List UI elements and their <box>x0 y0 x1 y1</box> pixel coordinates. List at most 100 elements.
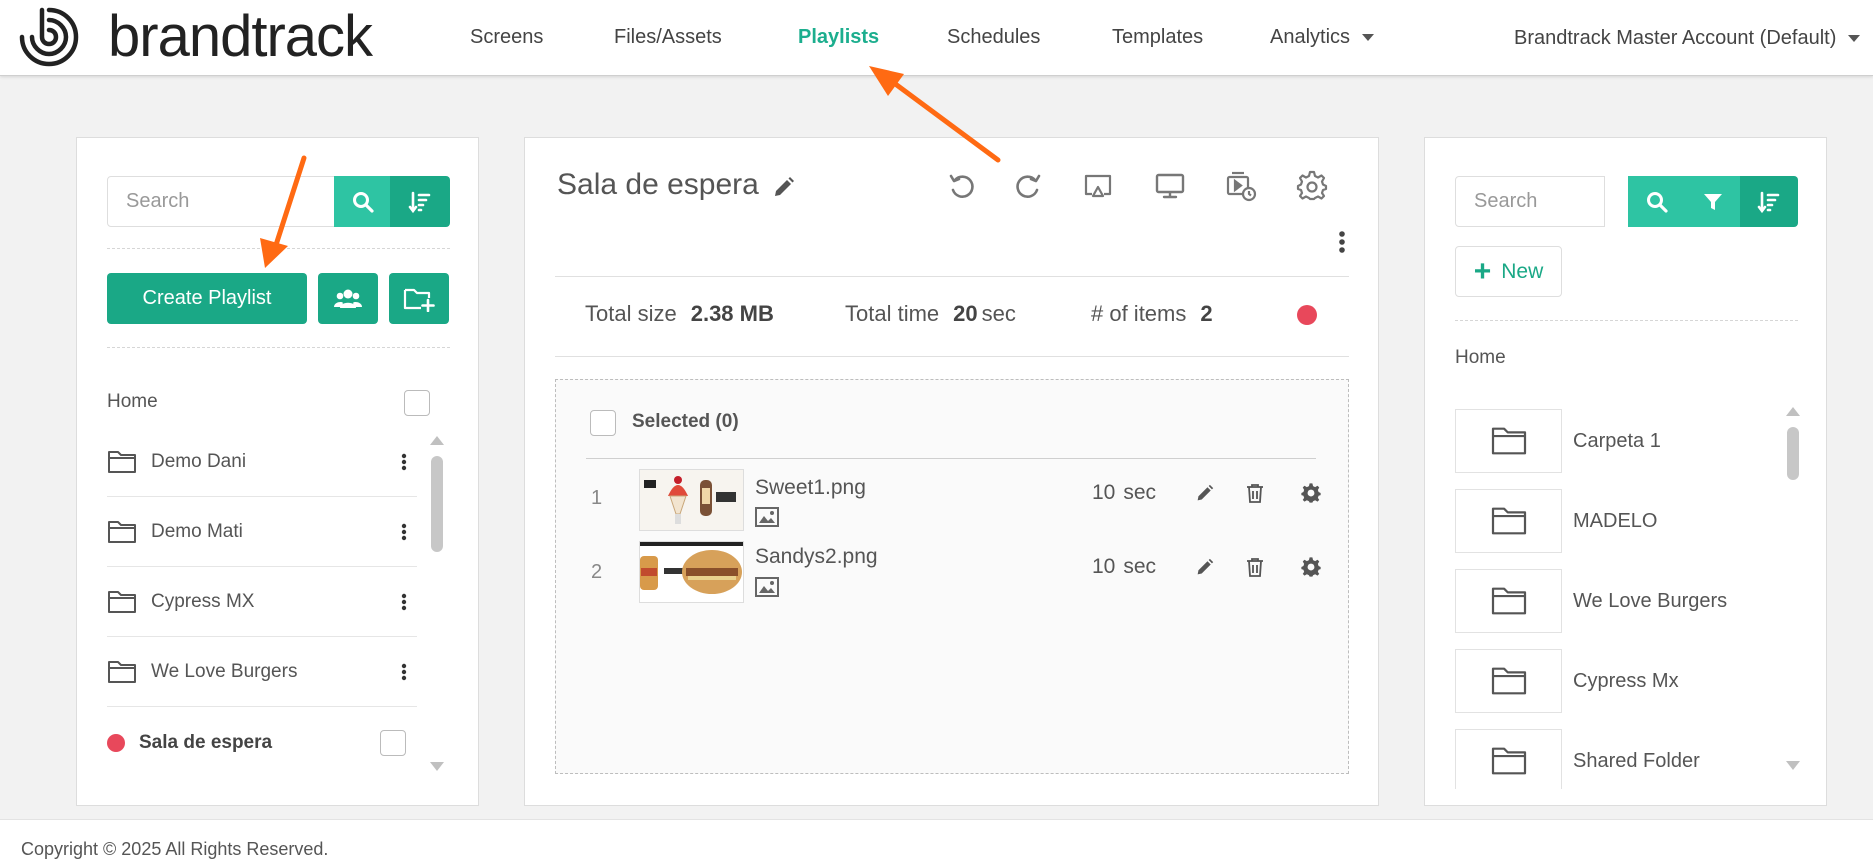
select-all-checkbox[interactable] <box>404 390 430 416</box>
nav-analytics[interactable]: Analytics <box>1270 26 1375 49</box>
folder-icon <box>108 590 136 613</box>
asset-folder-item[interactable]: Carpeta 1 <box>1455 409 1775 473</box>
search-button[interactable] <box>1628 176 1685 227</box>
asset-search-input[interactable] <box>1455 176 1605 227</box>
scroll-up-arrow[interactable] <box>430 436 444 445</box>
new-asset-button[interactable]: + New <box>1455 246 1562 297</box>
item-filename: Sweet1.png <box>755 476 866 499</box>
more-options-icon[interactable] <box>401 663 407 681</box>
item-index: 2 <box>591 561 603 583</box>
account-switcher[interactable]: Brandtrack Master Account (Default) <box>1514 27 1861 50</box>
total-time-value: 20 <box>953 301 978 326</box>
sort-icon <box>408 191 431 213</box>
plus-icon: + <box>1473 254 1492 288</box>
sort-button[interactable] <box>1740 176 1798 227</box>
more-options-icon[interactable] <box>401 523 407 541</box>
settings-gear-icon[interactable] <box>1296 170 1328 202</box>
home-breadcrumb[interactable]: Home <box>107 391 158 413</box>
folder-icon <box>1491 747 1526 775</box>
image-type-icon <box>755 577 779 597</box>
playlist-item-row[interactable]: 2 Sandys2.png 10 sec <box>586 541 1321 611</box>
folder-item[interactable]: Cypress MX <box>107 567 417 637</box>
nav-files-assets[interactable]: Files/Assets <box>614 26 722 49</box>
account-name: Brandtrack Master Account (Default) <box>1514 27 1837 49</box>
nav-screens[interactable]: Screens <box>470 26 543 49</box>
filter-button[interactable] <box>1684 176 1741 227</box>
scroll-up-arrow[interactable] <box>1786 407 1800 416</box>
more-options-icon[interactable] <box>1338 230 1346 254</box>
folder-icon <box>1491 667 1526 695</box>
scrollbar-thumb[interactable] <box>431 456 443 552</box>
asset-folder-item[interactable]: We Love Burgers <box>1455 569 1775 633</box>
item-settings-gear-icon[interactable] <box>1300 482 1322 504</box>
trash-icon[interactable] <box>1246 557 1264 577</box>
folder-thumbnail <box>1455 569 1562 633</box>
asset-folder-item[interactable]: Cypress Mx <box>1455 649 1775 713</box>
undo-icon[interactable] <box>946 170 978 202</box>
folder-item[interactable]: Demo Dani <box>107 427 417 497</box>
edit-duration-icon[interactable] <box>1196 484 1214 502</box>
new-folder-button[interactable] <box>389 273 449 324</box>
scroll-down-arrow[interactable] <box>430 762 444 771</box>
total-time-stat: Total time 20 sec <box>845 301 1016 327</box>
group-playlists-button[interactable] <box>318 273 378 324</box>
nav-playlists[interactable]: Playlists <box>798 26 879 49</box>
scrollbar-thumb[interactable] <box>1787 427 1799 480</box>
divider <box>555 356 1349 357</box>
redo-icon[interactable] <box>1012 170 1044 202</box>
sort-icon <box>1757 191 1780 213</box>
select-all-items-checkbox[interactable] <box>590 410 616 436</box>
folder-thumbnail <box>1455 489 1562 553</box>
folder-icon <box>108 450 136 473</box>
total-size-value: 2.38 MB <box>690 301 774 326</box>
playlist-item-current[interactable]: Sala de espera <box>139 732 272 754</box>
item-count-value: 2 <box>1200 301 1213 326</box>
folder-item[interactable]: Demo Mati <box>107 497 417 567</box>
asset-folder-item[interactable]: MADELO <box>1455 489 1775 553</box>
playlist-checkbox[interactable] <box>380 730 406 756</box>
monitor-icon[interactable] <box>1154 170 1186 202</box>
nav-templates[interactable]: Templates <box>1112 26 1203 49</box>
folder-item[interactable]: We Love Burgers <box>107 637 417 707</box>
schedule-playlist-icon[interactable] <box>1225 170 1257 202</box>
more-options-icon[interactable] <box>401 593 407 611</box>
folder-name: Demo Mati <box>151 520 243 542</box>
more-options-icon[interactable] <box>401 453 407 471</box>
create-playlist-button[interactable]: Create Playlist <box>107 273 307 324</box>
brand-logo[interactable]: brandtrack <box>18 4 373 69</box>
playlist-search-input[interactable] <box>107 176 337 227</box>
brand-name: brandtrack <box>108 4 373 69</box>
folder-icon <box>108 660 136 683</box>
item-thumbnail <box>639 541 744 603</box>
asset-folder-item[interactable]: Shared Folder <box>1455 729 1775 789</box>
cast-icon[interactable] <box>1082 170 1114 202</box>
folder-name: MADELO <box>1573 509 1658 532</box>
divider <box>586 458 1316 459</box>
folder-name: Cypress Mx <box>1573 669 1679 692</box>
playlist-status-dot <box>107 734 125 752</box>
playlist-item-row[interactable]: 1 Sweet1.png 10 sec <box>586 461 1321 531</box>
nav-schedules[interactable]: Schedules <box>947 26 1040 49</box>
trash-icon[interactable] <box>1246 483 1264 503</box>
page-footer: Copyright © 2025 All Rights Reserved. <box>0 819 1873 867</box>
sort-button[interactable] <box>390 176 450 227</box>
folder-thumbnail <box>1455 729 1562 789</box>
image-type-icon <box>755 507 779 527</box>
item-count-label: # of items <box>1091 301 1187 326</box>
edit-duration-icon[interactable] <box>1196 558 1214 576</box>
item-duration[interactable]: 10 sec <box>1092 555 1156 579</box>
folder-icon <box>108 520 136 543</box>
playlist-status-dot <box>1297 305 1317 325</box>
users-icon <box>334 289 362 308</box>
total-time-unit: sec <box>981 301 1016 326</box>
item-duration[interactable]: 10 sec <box>1092 481 1156 505</box>
item-settings-gear-icon[interactable] <box>1300 556 1322 578</box>
search-button[interactable] <box>334 176 391 227</box>
scroll-down-arrow[interactable] <box>1786 761 1800 770</box>
playlist-items-dropzone[interactable]: Selected (0) 1 Sweet1.png 10 sec 2 Sandy… <box>555 379 1349 774</box>
item-index: 1 <box>591 487 603 509</box>
item-duration-value: 10 <box>1092 481 1116 504</box>
edit-title-icon[interactable] <box>773 176 795 198</box>
home-breadcrumb[interactable]: Home <box>1455 347 1506 369</box>
item-duration-value: 10 <box>1092 555 1116 578</box>
